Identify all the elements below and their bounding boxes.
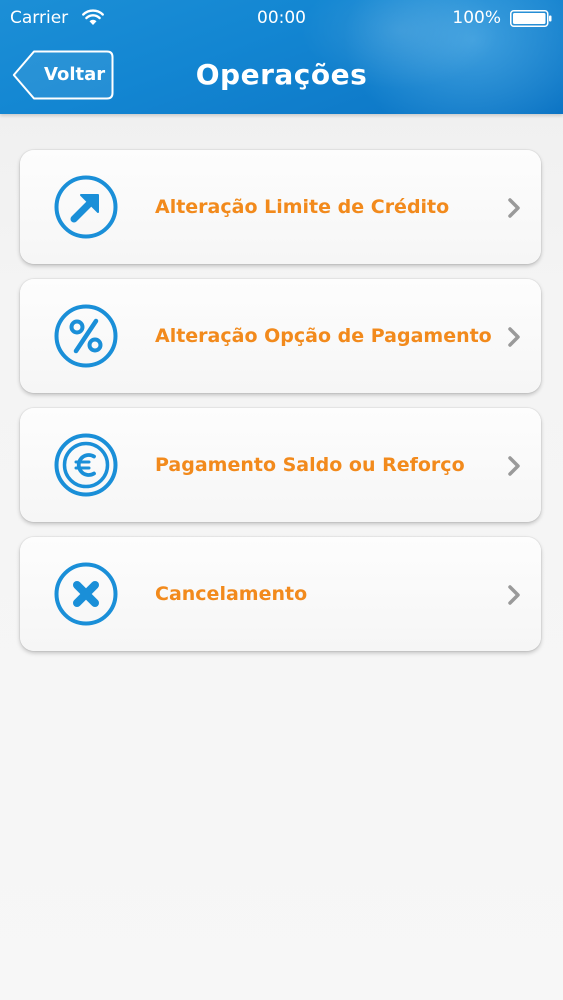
menu-item-cancellation[interactable]: Cancelamento	[20, 537, 541, 651]
menu-item-label: Cancelamento	[155, 583, 308, 605]
close-icon	[54, 562, 118, 626]
navigation-header: Carrier 00:00 100% Voltar Operações	[0, 0, 563, 114]
chevron-right-icon	[507, 455, 521, 477]
menu-item-balance-payment[interactable]: Pagamento Saldo ou Reforço	[20, 408, 541, 522]
chevron-right-icon	[507, 197, 521, 219]
arrow-up-right-icon	[54, 175, 118, 239]
chevron-right-icon	[507, 584, 521, 606]
menu-item-label: Alteração Limite de Crédito	[155, 196, 450, 218]
operations-list: Alteração Limite de Crédito Alteração Op…	[20, 150, 541, 666]
menu-item-label: Alteração Opção de Pagamento	[155, 325, 492, 347]
menu-item-label: Pagamento Saldo ou Reforço	[155, 454, 465, 476]
euro-icon	[54, 433, 118, 497]
battery-icon	[510, 10, 552, 27]
page-title: Operações	[195, 58, 368, 91]
battery-percentage: 100%	[452, 8, 501, 28]
menu-item-payment-option-change[interactable]: Alteração Opção de Pagamento	[20, 279, 541, 393]
chevron-right-icon	[507, 326, 521, 348]
status-bar: Carrier 00:00 100%	[0, 0, 563, 38]
menu-item-credit-limit-change[interactable]: Alteração Limite de Crédito	[20, 150, 541, 264]
percent-icon	[54, 304, 118, 368]
